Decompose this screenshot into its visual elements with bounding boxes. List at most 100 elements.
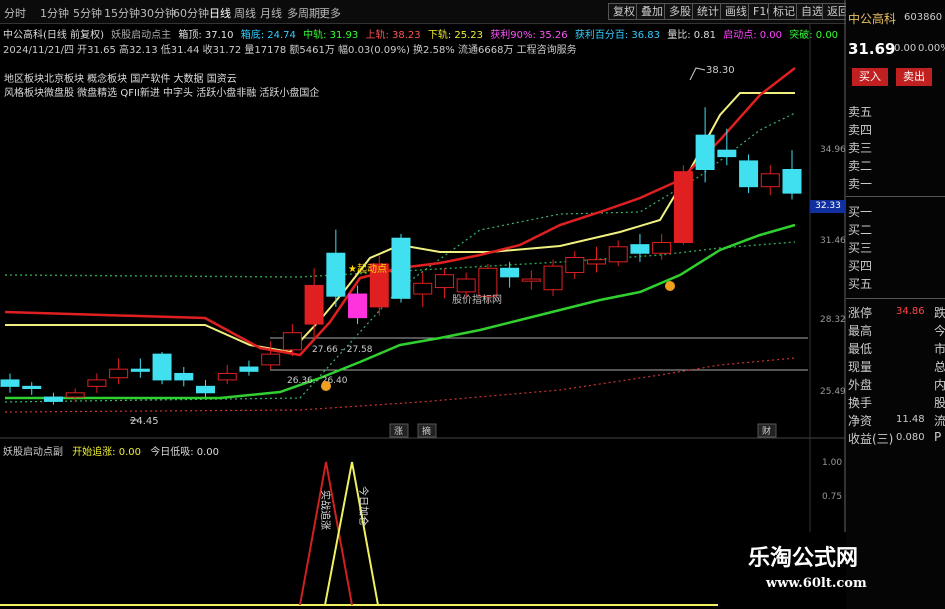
stock-name: 中公高科 — [848, 12, 897, 26]
current-price: 31.69 — [848, 40, 896, 58]
signal1-value: 开始追涨: 0.00 — [72, 447, 142, 458]
ask-level-3: 卖三 — [848, 141, 873, 155]
peak-label-add: 今日加仓 — [357, 486, 370, 526]
quote-stat-label: 涨停 — [848, 306, 873, 320]
peak-label-chase: 实战追涨 — [319, 490, 332, 530]
quote-stat-row: 收益(三) 0.080 P — [848, 430, 945, 448]
sub-indicator-header: 妖股启动点副 开始追涨: 0.00 今日低吸: 0.00 — [3, 443, 219, 458]
sub-axis-label: 0.75 — [822, 492, 843, 502]
tag-zhai: 摘 — [422, 425, 431, 437]
price-change-pct: 0.00% — [918, 43, 945, 54]
bid-level-2: 买二 — [848, 223, 873, 237]
candle-body — [109, 368, 129, 379]
candle-body — [282, 332, 302, 351]
tag-zhang: 涨 — [394, 426, 403, 437]
tag-cai: 财 — [762, 425, 771, 437]
quote-stat-extra: P — [934, 430, 942, 444]
quote-stat-label: 现量 — [848, 360, 873, 374]
candle-body — [695, 134, 715, 171]
candle-body — [456, 278, 476, 293]
chart-canvas: 38.30 24.45 27.66 - 27.58 26.36 - 26.40 … — [0, 0, 846, 609]
candle-body — [413, 282, 433, 295]
signal-marker-icon — [321, 381, 331, 391]
price-axis-label: 28.32 — [820, 315, 846, 325]
quote-stat-row: 现量 总 — [848, 358, 945, 376]
sub-indicator-title[interactable]: 妖股启动点副 — [3, 447, 63, 458]
quote-stat-value: 11.48 — [896, 414, 925, 425]
bid-level-3: 买三 — [848, 241, 873, 255]
watermark-box: 乐淘公式网 www.60lt.com — [718, 532, 867, 609]
quote-stat-row: 最高 今 — [848, 322, 945, 340]
signal2-value: 今日低吸: 0.00 — [150, 447, 220, 458]
price-axis-label: 31.46 — [820, 236, 846, 246]
quote-stat-extra: 股 — [934, 396, 945, 410]
candle-body — [22, 385, 42, 389]
buy-button[interactable]: 买入 — [852, 68, 888, 86]
quote-stat-extra: 今 — [934, 324, 945, 338]
quote-stat-label: 外盘 — [848, 378, 873, 392]
candle-body — [652, 242, 672, 254]
quote-stat-row: 净资 11.48 流 — [848, 412, 945, 430]
watermark-title: 乐淘公式网 — [748, 546, 859, 571]
quote-stat-extra: 总 — [934, 360, 945, 374]
candle-body — [434, 274, 454, 289]
bid-level-1: 买一 — [848, 205, 873, 219]
candle-body — [261, 353, 281, 366]
candle-body — [717, 149, 737, 158]
quote-stat-extra: 跌 — [934, 306, 945, 320]
candle-body — [348, 293, 368, 319]
candle-body — [43, 396, 63, 402]
quote-stat-label: 收益(三) — [848, 432, 894, 446]
quote-panel: 中公高科 603860 31.69 0.00 0.00% 买入 卖出 卖五 卖四… — [846, 0, 945, 609]
candle-body — [630, 244, 650, 254]
candle-body — [304, 284, 324, 325]
price-axis-label: 34.96 — [820, 145, 846, 155]
candle-body — [478, 267, 498, 297]
candle-body — [0, 379, 20, 387]
sub-axis-label: 1.00 — [822, 458, 843, 468]
candle-body — [65, 392, 85, 398]
band-label-lower: 26.36 - 26.40 — [287, 376, 348, 386]
quote-stat-extra: 内 — [934, 378, 945, 392]
candle-body — [152, 353, 172, 381]
stock-code: 603860 — [904, 12, 943, 23]
sell-button[interactable]: 卖出 — [896, 68, 932, 86]
quote-stat-value: 0.080 — [896, 432, 925, 443]
bid-level-5: 买五 — [848, 277, 873, 291]
candle-body — [608, 246, 628, 263]
band-label-upper: 27.66 - 27.58 — [312, 345, 373, 355]
price-change: 0.00 — [894, 43, 917, 54]
bid-level-4: 买四 — [848, 259, 873, 273]
candlestick-series — [0, 107, 802, 405]
high-price-label: 38.30 — [706, 65, 735, 76]
quote-stat-row: 最低 市 — [848, 340, 945, 358]
candle-body — [739, 160, 759, 188]
quote-stat-row: 换手 股 — [848, 394, 945, 412]
current-price-tag: 32.33 — [810, 200, 846, 213]
quote-stat-label: 最低 — [848, 342, 873, 356]
watermark-mid-label: 股价指标网 — [452, 293, 502, 306]
candle-body — [673, 171, 693, 244]
candle-body — [239, 366, 259, 372]
candle-body — [565, 257, 585, 274]
signal-marker-icon — [665, 281, 675, 291]
quote-stat-label: 换手 — [848, 396, 873, 410]
quote-stat-value: 34.86 — [896, 306, 925, 317]
candle-body — [174, 372, 194, 381]
candle-body — [391, 237, 411, 299]
candle-body — [326, 252, 346, 297]
ask-level-5: 卖五 — [848, 105, 873, 119]
ask-level-1: 卖一 — [848, 177, 873, 191]
quote-stat-label: 最高 — [848, 324, 873, 338]
candle-body — [760, 173, 780, 188]
ask-level-4: 卖四 — [848, 123, 873, 137]
candle-body — [500, 267, 520, 278]
watermark-url: www.60lt.com — [766, 576, 867, 591]
quote-stat-extra: 市 — [934, 342, 945, 356]
candle-body — [130, 368, 150, 372]
candle-body — [587, 259, 606, 265]
quote-stat-extra: 流 — [934, 414, 945, 428]
candle-body — [543, 265, 563, 291]
candle-body — [196, 385, 215, 394]
quote-stat-row: 外盘 内 — [848, 376, 945, 394]
